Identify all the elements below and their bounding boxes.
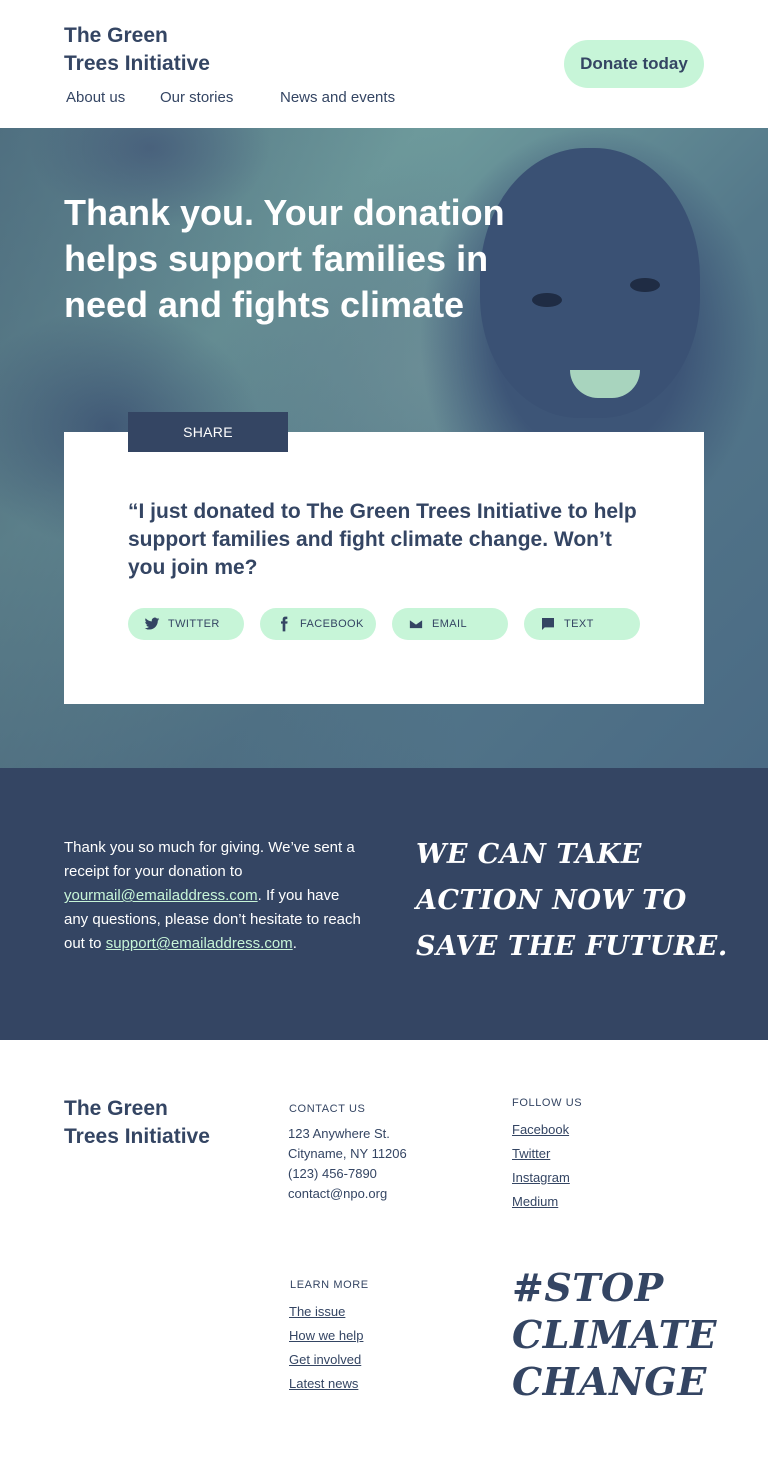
contact-address: 123 Anywhere St. bbox=[288, 1126, 390, 1141]
receipt-email-link[interactable]: yourmail@emailaddress.com bbox=[64, 887, 258, 904]
share-tab: SHARE bbox=[128, 412, 288, 452]
nav-our-stories[interactable]: Our stories bbox=[160, 89, 233, 106]
hashtag-line-2: climate bbox=[512, 1312, 717, 1357]
nav-news-and-events[interactable]: News and events bbox=[280, 89, 395, 106]
slogan-line-3: save the future. bbox=[416, 931, 728, 962]
learn-how-we-help-link[interactable]: How we help bbox=[289, 1324, 363, 1348]
thanks-message: Thank you so much for giving. We’ve sent… bbox=[64, 836, 364, 956]
chat-icon bbox=[542, 618, 554, 630]
share-text-button[interactable]: TEXT bbox=[524, 608, 640, 640]
learn-the-issue-link[interactable]: The issue bbox=[289, 1300, 363, 1324]
follow-medium-link[interactable]: Medium bbox=[512, 1190, 570, 1214]
slogan: We can take action now to save the futur… bbox=[416, 832, 736, 970]
follow-facebook-link[interactable]: Facebook bbox=[512, 1118, 570, 1142]
share-email-button[interactable]: EMAIL bbox=[392, 608, 508, 640]
hashtag-slogan: #Stop climate change bbox=[512, 1264, 742, 1405]
thanks-section: Thank you so much for giving. We’ve sent… bbox=[0, 768, 768, 1040]
learn-more-heading: LEARN MORE bbox=[290, 1279, 369, 1291]
follow-twitter-link[interactable]: Twitter bbox=[512, 1142, 570, 1166]
thanks-text-before: Thank you so much for giving. We’ve sent… bbox=[64, 839, 355, 880]
facebook-icon bbox=[281, 616, 288, 632]
share-quote: “I just donated to The Green Trees Initi… bbox=[128, 500, 637, 579]
learn-get-involved-link[interactable]: Get involved bbox=[289, 1348, 363, 1372]
site-header: The Green Trees Initiative About us Our … bbox=[0, 0, 768, 128]
contact-phone: (123) 456-7890 bbox=[288, 1166, 377, 1181]
share-facebook-button[interactable]: FACEBOOK bbox=[260, 608, 376, 640]
follow-heading: FOLLOW US bbox=[512, 1097, 583, 1109]
learn-latest-news-link[interactable]: Latest news bbox=[289, 1372, 363, 1396]
footer-brand-line-2: Trees Initiative bbox=[64, 1125, 210, 1148]
contact-list: 123 Anywhere St. Cityname, NY 11206 (123… bbox=[288, 1124, 407, 1204]
thanks-text-after: . bbox=[292, 935, 297, 952]
brand-logo[interactable]: The Green Trees Initiative bbox=[64, 22, 210, 78]
contact-heading: CONTACT US bbox=[289, 1103, 366, 1115]
share-twitter-button[interactable]: TWITTER bbox=[128, 608, 244, 640]
footer-brand-line-1: The Green bbox=[64, 1097, 168, 1120]
hashtag-line-1: #Stop bbox=[512, 1265, 664, 1310]
contact-email: contact@npo.org bbox=[288, 1186, 388, 1201]
email-icon bbox=[408, 618, 424, 630]
brand-line-2: Trees Initiative bbox=[64, 52, 210, 75]
slogan-line-1: We can take bbox=[416, 839, 642, 870]
brand-line-1: The Green bbox=[64, 24, 168, 47]
follow-instagram-link[interactable]: Instagram bbox=[512, 1166, 570, 1190]
hero-title: Thank you. Your donation helps support f… bbox=[64, 192, 505, 325]
hashtag-line-3: change bbox=[512, 1359, 707, 1404]
footer-brand-logo[interactable]: The Green Trees Initiative bbox=[64, 1095, 210, 1151]
slogan-line-2: action now to bbox=[416, 885, 687, 916]
share-email-label: EMAIL bbox=[432, 618, 468, 630]
follow-list: Facebook Twitter Instagram Medium bbox=[512, 1118, 570, 1214]
support-email-link[interactable]: support@emailaddress.com bbox=[106, 935, 293, 952]
donate-button[interactable]: Donate today bbox=[564, 40, 704, 88]
learn-more-list: The issue How we help Get involved Lates… bbox=[289, 1300, 363, 1396]
share-text-label: TEXT bbox=[564, 618, 594, 630]
nav-about-us[interactable]: About us bbox=[66, 89, 125, 106]
share-twitter-label: TWITTER bbox=[168, 618, 220, 630]
share-facebook-label: FACEBOOK bbox=[300, 618, 364, 630]
twitter-icon bbox=[144, 617, 160, 630]
share-card: “I just donated to The Green Trees Initi… bbox=[64, 432, 704, 704]
contact-city: Cityname, NY 11206 bbox=[288, 1146, 407, 1161]
